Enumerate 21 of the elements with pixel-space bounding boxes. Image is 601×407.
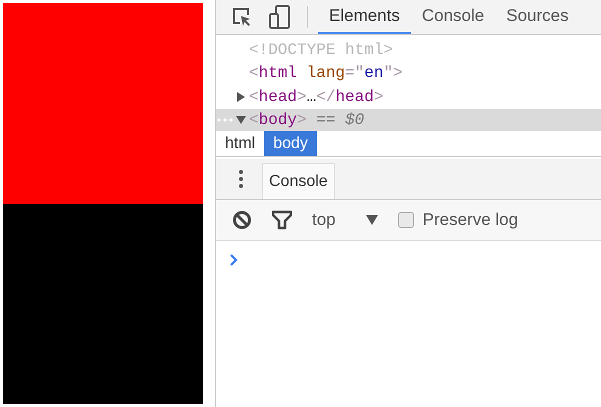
- prompt-chevron-icon: [230, 254, 238, 266]
- menu-icon[interactable]: [238, 169, 244, 189]
- more-dots-icon[interactable]: [217, 118, 233, 122]
- checkbox-label: Preserve log: [422, 210, 518, 230]
- expanded-triangle-icon[interactable]: [236, 115, 246, 126]
- panel-tab[interactable]: Sources: [495, 0, 580, 34]
- checkbox[interactable]: [398, 212, 414, 228]
- clear-console-icon[interactable]: [232, 210, 252, 230]
- filter-icon[interactable]: [272, 210, 292, 230]
- panel-tab[interactable]: Elements: [318, 0, 411, 34]
- drawer-tab[interactable]: Console: [262, 163, 335, 199]
- dropdown-caret-icon: [366, 215, 378, 225]
- collapsed-triangle-icon[interactable]: [236, 92, 246, 102]
- dom-node-text[interactable]: <head>…</head>: [249, 88, 384, 106]
- inspect-element-icon[interactable]: [231, 6, 253, 28]
- context-selector[interactable]: top: [312, 210, 378, 230]
- breadcrumb-item[interactable]: html: [216, 131, 264, 156]
- dom-node-text[interactable]: <html lang="en">: [249, 64, 403, 82]
- breadcrumb-item[interactable]: body: [264, 131, 317, 156]
- panel-tab[interactable]: Console: [410, 0, 496, 34]
- device-toolbar-icon[interactable]: [269, 5, 291, 29]
